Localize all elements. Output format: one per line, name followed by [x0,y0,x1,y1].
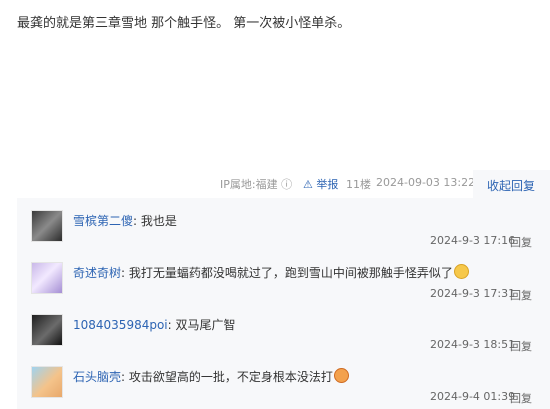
angry-emoji-icon [333,368,349,383]
post-meta-bar: IP属地:福建 ⓘ ⚠ 举报 11楼 2024-09-03 13:22 收起回复 [0,170,550,198]
floor-number: 11楼 [346,178,371,191]
avatar[interactable] [31,314,63,346]
smile-emoji-icon [453,264,469,279]
report-button[interactable]: ⚠ 举报 [303,176,338,192]
reply-button[interactable]: 回复 [510,338,532,354]
reply-line: 雪槟第二傻: 我也是 [73,214,177,228]
list-item: 奇述奇树: 我打无量蝠药都没喝就过了，跑到雪山中间被那触手怪弄似了 2024-9… [17,258,550,310]
reply-text: 攻击欲望高的一批，不定身根本没法打 [128,370,333,384]
post-content: 最龚的就是第三章雪地 那个触手怪。 第一次被小怪单杀。 [17,16,351,31]
reply-text: 我打无量蝠药都没喝就过了，跑到雪山中间被那触手怪弄似了 [128,266,453,280]
avatar[interactable] [31,366,63,398]
reply-time: 2024-9-4 01:39 [430,390,516,403]
list-item: 1084035984poi: 双马尾广智 2024-9-3 18:51 回复 [17,310,550,362]
username-link[interactable]: 石头脑壳 [73,370,121,384]
username-link[interactable]: 1084035984poi [73,318,168,332]
reply-time: 2024-9-3 17:16 [430,234,516,247]
reply-line: 1084035984poi: 双马尾广智 [73,318,236,332]
reply-text: 我也是 [140,214,177,228]
username-link[interactable]: 雪槟第二傻 [73,214,133,228]
list-item: 雪槟第二傻: 我也是 2024-9-3 17:16 回复 [17,206,550,258]
reply-button[interactable]: 回复 [510,234,532,250]
reply-text: 双马尾广智 [175,318,236,332]
collapse-replies-label: 收起回复 [487,179,536,193]
reply-time: 2024-9-3 18:51 [430,338,516,351]
post-date: 2024-09-03 13:22 [376,176,476,189]
avatar[interactable] [31,262,63,294]
reply-list: 雪槟第二傻: 我也是 2024-9-3 17:16 回复 奇述奇树: 我打无量蝠… [17,198,550,409]
list-item: 石头脑壳: 攻击欲望高的一批，不定身根本没法打 2024-9-4 01:39 回… [17,362,550,409]
reply-time: 2024-9-3 17:31 [430,287,516,300]
collapse-replies-tab[interactable]: 收起回复 [473,170,550,198]
avatar[interactable] [31,210,63,242]
username-link[interactable]: 奇述奇树 [73,266,121,280]
reply-line: 奇述奇树: 我打无量蝠药都没喝就过了，跑到雪山中间被那触手怪弄似了 [73,264,469,281]
reply-button[interactable]: 回复 [510,287,532,303]
reply-line: 石头脑壳: 攻击欲望高的一批，不定身根本没法打 [73,368,349,385]
reply-button[interactable]: 回复 [510,390,532,406]
ip-location: IP属地:福建 ⓘ [220,178,293,191]
